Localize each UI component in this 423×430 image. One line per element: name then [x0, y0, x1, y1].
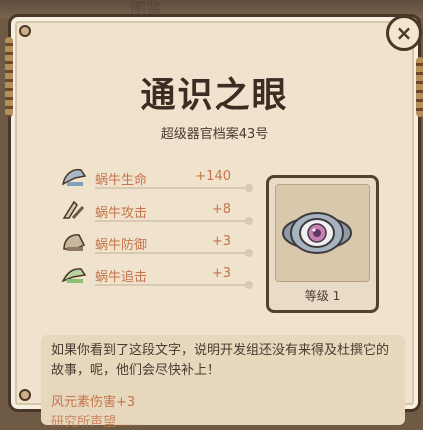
stat-row-life: 蜗牛生命 +140 [61, 166, 253, 192]
snail-pursuit-icon [61, 263, 87, 285]
stat-divider [95, 184, 253, 192]
description-text: 如果你看到了这段文字，说明开发组还没有来得及杜撰它的故事，呢，他们会尽快补上！ [51, 343, 390, 378]
stat-label: 蜗牛防御 [95, 238, 148, 253]
stat-divider [95, 249, 253, 257]
stat-label: 蜗牛攻击 [95, 206, 148, 221]
organ-detail-panel: × 通识之眼 超级器官档案43号 蜗牛生命 +140 蜗牛攻击 +8 蜗牛防御 … [5, 14, 423, 430]
effect-line: 研究所声望…… [51, 415, 143, 430]
stat-divider [95, 217, 253, 225]
snail-life-icon [61, 166, 87, 188]
stat-value: +3 [211, 234, 231, 249]
eye-organ-icon [282, 212, 352, 254]
stat-row-defense: 蜗牛防御 +3 [61, 231, 253, 257]
organ-card-art [275, 184, 370, 282]
snail-defense-icon [61, 231, 87, 253]
stat-label: 蜗牛追击 [95, 270, 148, 285]
page-subtitle: 超级器官档案43号 [160, 127, 269, 142]
description-box: 如果你看到了这段文字，说明开发组还没有来得及杜撰它的故事，呢，他们会尽快补上！ … [41, 335, 405, 430]
stat-value: +140 [195, 169, 231, 184]
stat-row-pursuit: 蜗牛追击 +3 [61, 263, 253, 289]
bolt-decoration [19, 25, 31, 37]
stat-label: 蜗牛生命 [95, 173, 148, 188]
organ-card[interactable]: 等级 1 [266, 175, 379, 313]
stat-value: +8 [211, 202, 231, 217]
organ-level-label: 等级 1 [304, 289, 341, 303]
bolt-decoration [19, 389, 31, 401]
stat-value: +3 [211, 266, 231, 281]
effect-line: 风元素伤害+3 [51, 395, 136, 410]
snail-attack-icon [61, 199, 87, 221]
close-button[interactable]: × [386, 15, 422, 51]
page-title: 通识之眼 [140, 76, 289, 116]
stat-row-attack: 蜗牛攻击 +8 [61, 199, 253, 225]
stat-divider [95, 281, 253, 289]
